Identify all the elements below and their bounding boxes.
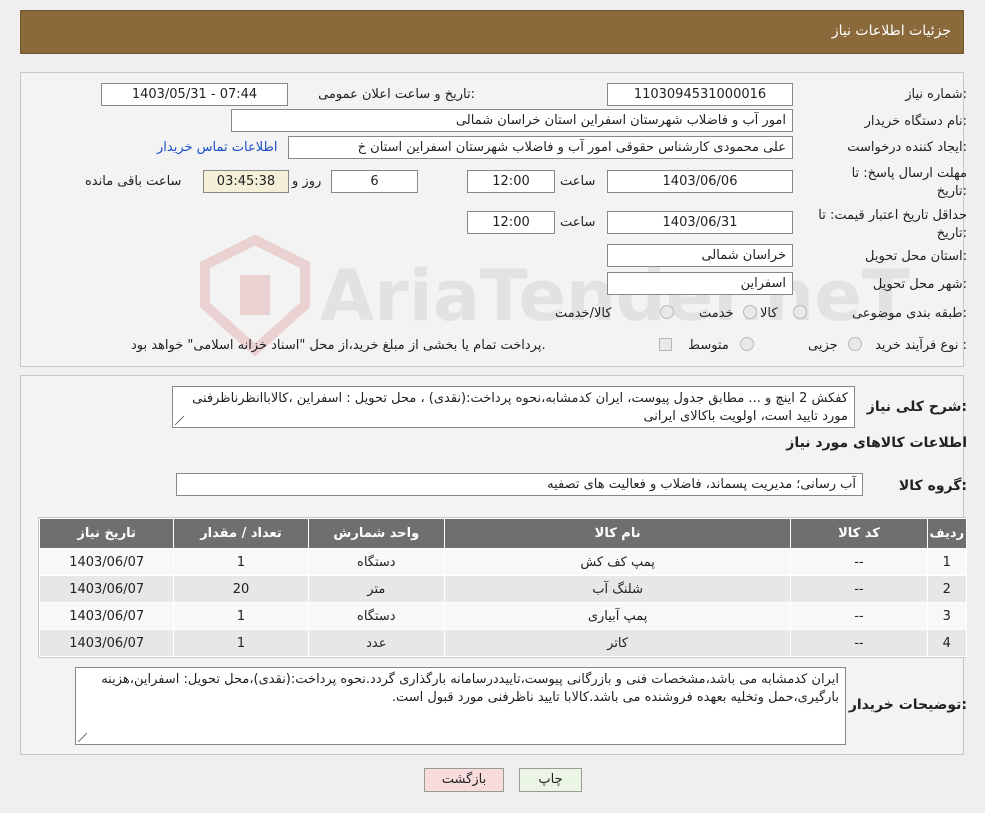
treasury-checkbox[interactable] <box>659 338 672 351</box>
payment-note: پرداخت تمام یا بخشی از مبلغ خرید،از محل … <box>131 338 546 353</box>
process-label: نوع فرآیند خرید : <box>875 338 967 353</box>
category-radio-goods-service[interactable] <box>660 305 674 319</box>
cell-unit: دستگاه <box>307 602 446 630</box>
category-label: طبقه بندی موضوعی: <box>851 306 967 321</box>
group-label: گروه کالا: <box>898 478 967 494</box>
table-row: 4 -- کاتر عدد 1 1403/06/07 <box>38 629 968 657</box>
goods-table: ردیف کد کالا نام کالا واحد شمارش تعداد /… <box>38 518 968 657</box>
deadline-time-field: 12:00 <box>467 170 555 193</box>
validity-time-field: 12:00 <box>467 211 555 234</box>
cell-name: شلنگ آب <box>443 575 792 603</box>
resize-handle-icon[interactable] <box>78 733 87 742</box>
col-date: تاریخ نیاز <box>38 518 175 549</box>
page-header: جزئیات اطلاعات نیاز <box>20 10 964 54</box>
cell-name: پمپ کف کش <box>443 548 792 576</box>
category-radio-service[interactable] <box>743 305 757 319</box>
goods-info-title: اطلاعات کالاهای مورد نیاز <box>786 435 967 451</box>
page-title: جزئیات اطلاعات نیاز <box>831 23 951 39</box>
cell-code: -- <box>790 629 928 657</box>
days-label: روز و <box>292 174 322 189</box>
col-name: نام کالا <box>443 518 792 549</box>
validity-label: حداقل تاریخ اعتبار قیمت: تا <box>818 208 967 223</box>
col-code: کد کالا <box>790 518 928 549</box>
remaining-time-field: 03:45:38 <box>203 170 289 193</box>
city-label: شهر محل تحویل: <box>872 277 967 292</box>
cell-unit: دستگاه <box>307 548 446 576</box>
table-row: 2 -- شلنگ آب متر 20 1403/06/07 <box>38 575 968 603</box>
cell-name: کاتر <box>443 629 792 657</box>
cell-qty: 1 <box>173 602 309 630</box>
summary-textarea[interactable]: کفکش 2 اینچ و ... مطابق جدول پیوست، ایرا… <box>172 386 855 428</box>
process-option-minor: جزیی <box>808 338 838 353</box>
deadline-time-label: ساعت <box>560 174 596 189</box>
process-radio-medium[interactable] <box>740 337 754 351</box>
summary-text: کفکش 2 اینچ و ... مطابق جدول پیوست، ایرا… <box>192 391 848 424</box>
city-field: اسفراین <box>607 272 793 295</box>
creator-field: علی محمودی کارشناس حقوقی امور آب و فاضلا… <box>288 136 793 159</box>
category-option-goods: کالا <box>760 306 778 321</box>
buyer-notes-label: توضیحات خریدار: <box>848 697 967 713</box>
cell-date: 1403/06/07 <box>38 602 175 630</box>
cell-date: 1403/06/07 <box>38 548 175 576</box>
col-row: ردیف <box>926 518 968 549</box>
cell-qty: 1 <box>173 629 309 657</box>
need-number-field: 1103094531000016 <box>607 83 793 106</box>
watermark-text: AriaTender.neT <box>320 255 910 337</box>
cell-row: 4 <box>926 629 968 657</box>
cell-name: پمپ آبیاری <box>443 602 792 630</box>
col-unit: واحد شمارش <box>307 518 446 549</box>
validity-date-field: 1403/06/31 <box>607 211 793 234</box>
print-button[interactable]: چاپ <box>519 768 582 792</box>
deadline-label: مهلت ارسال پاسخ: تا <box>851 166 967 181</box>
buyer-label: نام دستگاه خریدار: <box>864 114 967 129</box>
cell-date: 1403/06/07 <box>38 629 175 657</box>
cell-code: -- <box>790 602 928 630</box>
category-option-goods-service: کالا/خدمت <box>555 306 612 321</box>
category-option-service: خدمت <box>699 306 734 321</box>
category-radio-goods[interactable] <box>793 305 807 319</box>
cell-qty: 1 <box>173 548 309 576</box>
summary-label: شرح کلی نیاز: <box>866 399 967 415</box>
col-qty: تعداد / مقدار <box>173 518 309 549</box>
cell-code: -- <box>790 548 928 576</box>
province-field: خراسان شمالی <box>607 244 793 267</box>
resize-handle-icon[interactable] <box>175 416 184 425</box>
cell-unit: عدد <box>307 629 446 657</box>
days-field: 6 <box>331 170 418 193</box>
announce-label: تاریخ و ساعت اعلان عمومی: <box>318 87 475 102</box>
province-label: استان محل تحویل: <box>865 249 967 264</box>
buyer-contact-link[interactable]: اطلاعات تماس خریدار <box>157 140 277 155</box>
buyer-field: امور آب و فاضلاب شهرستان اسفراین استان خ… <box>231 109 793 132</box>
deadline-label-date: تاریخ: <box>936 184 967 199</box>
process-option-medium: متوسط <box>688 338 729 353</box>
remaining-label: ساعت باقی مانده <box>85 174 182 189</box>
cell-row: 2 <box>926 575 968 603</box>
cell-code: -- <box>790 575 928 603</box>
goods-table-wrap: ردیف کد کالا نام کالا واحد شمارش تعداد /… <box>38 517 968 658</box>
validity-label-date: تاریخ: <box>936 226 967 241</box>
cell-unit: متر <box>307 575 446 603</box>
creator-label: ایجاد کننده درخواست: <box>847 140 967 155</box>
announce-field: 1403/05/31 - 07:44 <box>101 83 288 106</box>
cell-qty: 20 <box>173 575 309 603</box>
back-button[interactable]: بازگشت <box>424 768 504 792</box>
buyer-notes-text: ایران کدمشابه می باشد،مشخصات فنی و بازرگ… <box>101 672 839 705</box>
cell-row: 1 <box>926 548 968 576</box>
need-number-label: شماره نیاز: <box>905 87 967 102</box>
table-row: 1 -- پمپ کف کش دستگاه 1 1403/06/07 <box>38 548 968 576</box>
table-row: 3 -- پمپ آبیاری دستگاه 1 1403/06/07 <box>38 602 968 630</box>
buyer-notes-textarea[interactable]: ایران کدمشابه می باشد،مشخصات فنی و بازرگ… <box>75 667 846 745</box>
group-field: آب رسانی؛ مدیریت پسماند، فاضلاب و فعالیت… <box>176 473 863 496</box>
deadline-date-field: 1403/06/06 <box>607 170 793 193</box>
process-radio-minor[interactable] <box>848 337 862 351</box>
cell-row: 3 <box>926 602 968 630</box>
cell-date: 1403/06/07 <box>38 575 175 603</box>
validity-time-label: ساعت <box>560 215 596 230</box>
